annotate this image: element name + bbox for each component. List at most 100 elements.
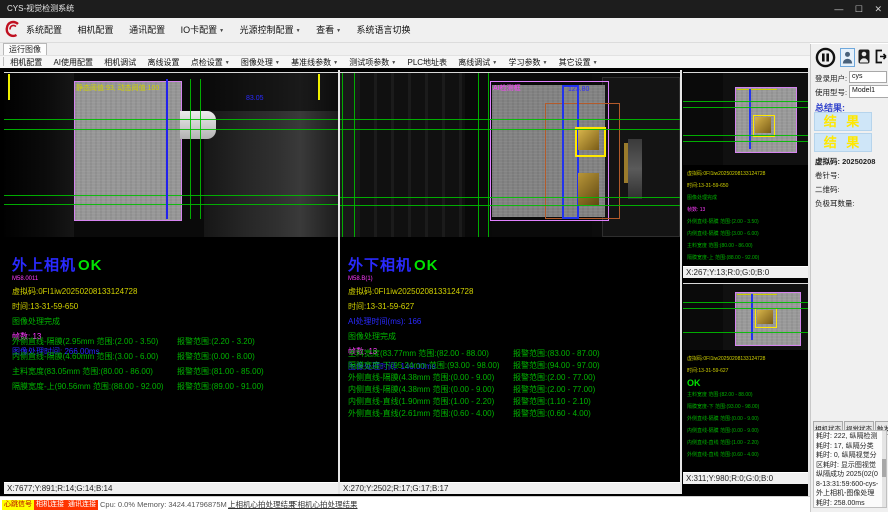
baseline-h [683, 135, 808, 136]
baseline-h [340, 119, 680, 120]
measure-line-blue [751, 294, 753, 340]
status-log-text: 耗时: 222, 纵隔检测耗时: 17, 纵隔分类耗时: 0, 纵隔视觉分区耗时… [816, 432, 880, 508]
right-control-panel: 登录用户: cys 使用型号: Model1 总结果: 结 果 结 果 虚拟码:… [810, 44, 888, 512]
capture-time: 时间:13-31-59-650 [12, 301, 137, 312]
metal-tab [578, 130, 599, 150]
measurement-row: 外侧直线-隔膜(2.95mm 范围:(2.00 - 3.50)报警范围:(2.2… [12, 336, 338, 351]
capture-time: 时间:13-31-59-627 [348, 301, 473, 312]
reel-number-label: 卷针号: [815, 170, 840, 181]
pixel-coordinate-bar: X:267;Y:13;R:0;G:0;B:0 [683, 266, 808, 278]
measure-line-blue [166, 79, 168, 219]
logout-door-icon[interactable] [874, 49, 888, 69]
baseline-v [354, 73, 355, 237]
camera-image-outer-lower[interactable]: AI检测框 123.80 [340, 72, 680, 237]
measure-line-blue [749, 89, 751, 149]
thumbnail-column: 虚拟码:0FI1iw20250208133124728 时间:13-31-59-… [683, 70, 808, 494]
status-log-box[interactable]: 耗时: 222, 纵隔检测耗时: 17, 纵隔分类耗时: 0, 纵隔视觉分区耗时… [813, 430, 887, 508]
camera-view-outer-lower[interactable]: AI检测框 123.80 外下相机OK M58.B(1) 虚拟码:0FI1iw2… [340, 70, 680, 494]
thumbnail-view-1[interactable] [683, 72, 808, 165]
pixel-coordinate-bar: X:270;Y:2502;R:17;G:17;B:17 [340, 482, 680, 494]
menu-item-io-card-config[interactable]: IO卡配置▼ [181, 18, 224, 43]
result-box-lower: 结 果 [814, 133, 872, 152]
minimize-button[interactable]: — [834, 4, 843, 14]
camera-image-outer-upper[interactable]: 静态阈值:93, 动态阈值:100 83.05 [4, 72, 338, 237]
ai-processing-time: AI处理时间(ms): 166 [348, 316, 473, 327]
measurement-row: 外侧直线-隔膜(4.38mm 范围:(0.00 - 9.00)报警范围:(2.0… [348, 372, 678, 384]
baseline-v [342, 73, 343, 237]
measurement-rows: 主料宽度(83.77mm 范围:(82.00 - 88.00)报警范围:(83.… [348, 348, 678, 420]
log-scrollbar-thumb[interactable] [882, 459, 886, 477]
baseline-h [683, 302, 808, 303]
result-code: M58.B(1) [348, 276, 473, 282]
user-login-icon[interactable] [840, 48, 855, 67]
baseline-v [200, 79, 201, 219]
chevron-down-icon: ▼ [333, 60, 338, 66]
cpu-memory-text: Cpu: 0.0% Memory: 3424.41796875M [100, 500, 227, 510]
tab-strip: 运行图像 [0, 43, 810, 55]
heartbeat-badge: 心跳信号 [2, 500, 34, 510]
baseline-h [340, 129, 680, 130]
baseline-h [683, 308, 808, 309]
measurement-rows: 外侧直线-隔膜(2.95mm 范围:(2.00 - 3.50)报警范围:(2.2… [12, 336, 338, 396]
metal-tab [755, 117, 771, 133]
measurement-row: 内侧直线-隔膜(4.60mm 范围:(3.00 - 6.00)报警范围:(0.0… [12, 351, 338, 366]
pixel-coordinate-bar: X:7677;Y:891;R:14;G:14;B:14 [4, 482, 338, 494]
login-user-value[interactable]: cys [849, 71, 887, 83]
machine-edge-zone [340, 73, 360, 237]
model-label: 使用型号: [815, 87, 847, 98]
baseline-v [190, 79, 191, 219]
measurement-row: 主料宽度(83.05mm 范围:(80.00 - 86.00)报警范围:(81.… [12, 366, 338, 381]
menu-item-light-control-config[interactable]: 光源控制配置▼ [240, 18, 301, 43]
menu-bar: 系统配置 相机配置 通讯配置 IO卡配置▼ 光源控制配置▼ 查看▼ 系统语言切换 [0, 18, 888, 43]
log-scrollbar[interactable] [882, 431, 886, 507]
close-button[interactable]: ✕ [874, 4, 882, 14]
panel-divider [680, 70, 682, 494]
chevron-down-icon: ▼ [492, 60, 497, 66]
camera-view-outer-upper[interactable]: 静态阈值:93, 动态阈值:100 83.05 外上相机OK M58.0011 … [4, 70, 338, 494]
model-input[interactable]: Model1 [849, 85, 888, 98]
chevron-down-icon: ▼ [296, 28, 301, 34]
login-user-label: 登录用户: [815, 73, 847, 84]
virtual-barcode: 虚拟码:0FI1iw20250208133124728 [12, 286, 137, 297]
result-code: M58.0011 [12, 276, 137, 282]
menu-item-system-config[interactable]: 系统配置 [26, 18, 62, 42]
menu-item-language-switch[interactable]: 系统语言切换 [357, 18, 411, 42]
chevron-down-icon: ▼ [542, 60, 547, 66]
connector-part [180, 111, 216, 139]
status-ok: OK [78, 257, 103, 274]
menu-item-view[interactable]: 查看▼ [316, 18, 341, 43]
baseline-h [4, 204, 338, 205]
toolbar-separator [3, 57, 4, 66]
title-bar: CYS-视觉检测系统 — ☐ ✕ [0, 0, 888, 18]
ai-box-label: AI检测框 [493, 83, 521, 93]
lower-camera-result-link[interactable]: 下相机心拍处理结果 [290, 500, 358, 510]
user-dark-icon[interactable] [858, 49, 870, 69]
upper-camera-result-link[interactable]: 上相机心拍处理结果 [228, 500, 296, 510]
baseline-v [488, 73, 489, 237]
camera-name: 外下相机 [348, 257, 412, 274]
virtual-code-value: 虚拟码: 20250208 [815, 156, 875, 167]
maximize-button[interactable]: ☐ [855, 4, 863, 14]
camera-name: 外上相机 [12, 257, 76, 274]
threshold-overlay-text: 静态阈值:93, 动态阈值:100 [76, 83, 159, 93]
metal-tab-sliver [624, 143, 628, 183]
camera-connection-badge: 相机连接 [34, 500, 66, 510]
measurement-row: 隔膜宽度-上(90.56mm 范围:(88.00 - 92.00)报警范围:(8… [12, 381, 338, 396]
processing-done: 图像处理完成 [12, 316, 137, 327]
metal-tab [757, 310, 773, 324]
status-ok: OK [414, 257, 439, 274]
measurement-row: 外侧直线-直线(2.61mm 范围:(0.60 - 4.00)报警范围:(0.6… [348, 408, 678, 420]
baseline-h [683, 107, 808, 108]
chevron-down-icon: ▼ [593, 60, 598, 66]
baseline-h [4, 195, 338, 196]
width-value-overlay: 123.80 [568, 86, 589, 93]
menu-item-comm-config[interactable]: 通讯配置 [129, 18, 165, 42]
thumbnail-view-2[interactable] [683, 283, 808, 350]
yellow-overlay-line [737, 294, 777, 295]
chevron-down-icon: ▼ [225, 60, 230, 66]
virtual-barcode: 虚拟码:0FI1iw20250208133124728 [348, 286, 473, 297]
baseline-h [683, 101, 808, 102]
menu-item-camera-config[interactable]: 相机配置 [78, 18, 114, 42]
qr-code-label: 二维码: [815, 184, 840, 195]
pause-button[interactable] [815, 47, 836, 73]
